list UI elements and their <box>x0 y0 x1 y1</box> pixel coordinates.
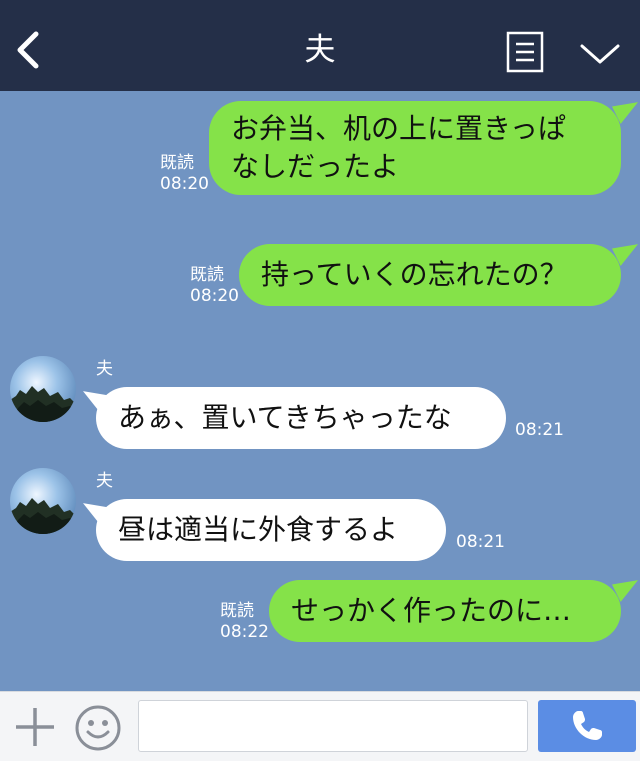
sender-name: 夫 <box>96 359 113 379</box>
phone-icon <box>573 711 602 740</box>
read-label: 既読 <box>220 601 254 621</box>
message-time: 08:20 <box>190 286 239 306</box>
avatar[interactable] <box>10 468 76 534</box>
message-sent: 既読 08:20 持っていくの忘れたの？ <box>0 241 640 311</box>
message-time: 08:21 <box>515 420 564 440</box>
sender-name: 夫 <box>96 471 113 491</box>
read-label: 既読 <box>190 265 224 285</box>
chat-title: 夫 <box>304 32 336 68</box>
message-input[interactable] <box>138 700 528 752</box>
menu-icon[interactable] <box>506 31 544 73</box>
emoji-icon[interactable] <box>74 704 122 752</box>
message-time: 08:21 <box>456 532 505 552</box>
message-text-line: 持っていくの忘れたの？ <box>261 258 568 291</box>
read-receipt: 既読 08:20 <box>160 153 209 195</box>
message-time: 08:20 <box>160 174 209 194</box>
read-receipt: 既読 08:22 <box>220 601 269 643</box>
message-text-line: あぁ、置いてきちゃったな <box>118 401 452 434</box>
message-sent: 既読 08:20 お弁当、机の上に置きっぱ なしだったよ <box>0 91 640 201</box>
chat-header: 夫 <box>0 0 640 91</box>
message-received: 夫 あぁ、置いてきちゃったな 08:21 <box>0 353 640 453</box>
message-text-line: なしだったよ <box>231 150 400 183</box>
chevron-down-icon[interactable] <box>578 40 622 68</box>
chat-message-list[interactable]: 既読 08:20 お弁当、机の上に置きっぱ なしだったよ 既読 08:20 持っ… <box>0 91 640 691</box>
message-bubble[interactable]: 持っていくの忘れたの？ <box>239 244 621 306</box>
avatar-image <box>10 356 76 422</box>
message-composer <box>0 691 640 761</box>
message-text-line: せっかく作ったのに… <box>291 594 572 627</box>
message-bubble[interactable]: せっかく作ったのに… <box>269 580 621 642</box>
message-bubble[interactable]: あぁ、置いてきちゃったな <box>96 387 506 449</box>
read-receipt: 既読 08:20 <box>190 265 239 307</box>
message-sent: 既読 08:22 せっかく作ったのに… <box>0 577 640 647</box>
avatar[interactable] <box>10 356 76 422</box>
message-time: 08:22 <box>220 622 269 642</box>
message-text-line: 昼は適当に外食するよ <box>118 513 399 546</box>
read-label: 既読 <box>160 153 194 173</box>
plus-icon[interactable] <box>14 706 56 748</box>
message-bubble[interactable]: お弁当、机の上に置きっぱ なしだったよ <box>209 101 621 195</box>
call-button[interactable] <box>538 700 636 752</box>
message-received: 夫 昼は適当に外食するよ 08:21 <box>0 465 640 565</box>
message-bubble[interactable]: 昼は適当に外食するよ <box>96 499 446 561</box>
avatar-image <box>10 468 76 534</box>
message-text-line: お弁当、机の上に置きっぱ <box>231 112 566 145</box>
